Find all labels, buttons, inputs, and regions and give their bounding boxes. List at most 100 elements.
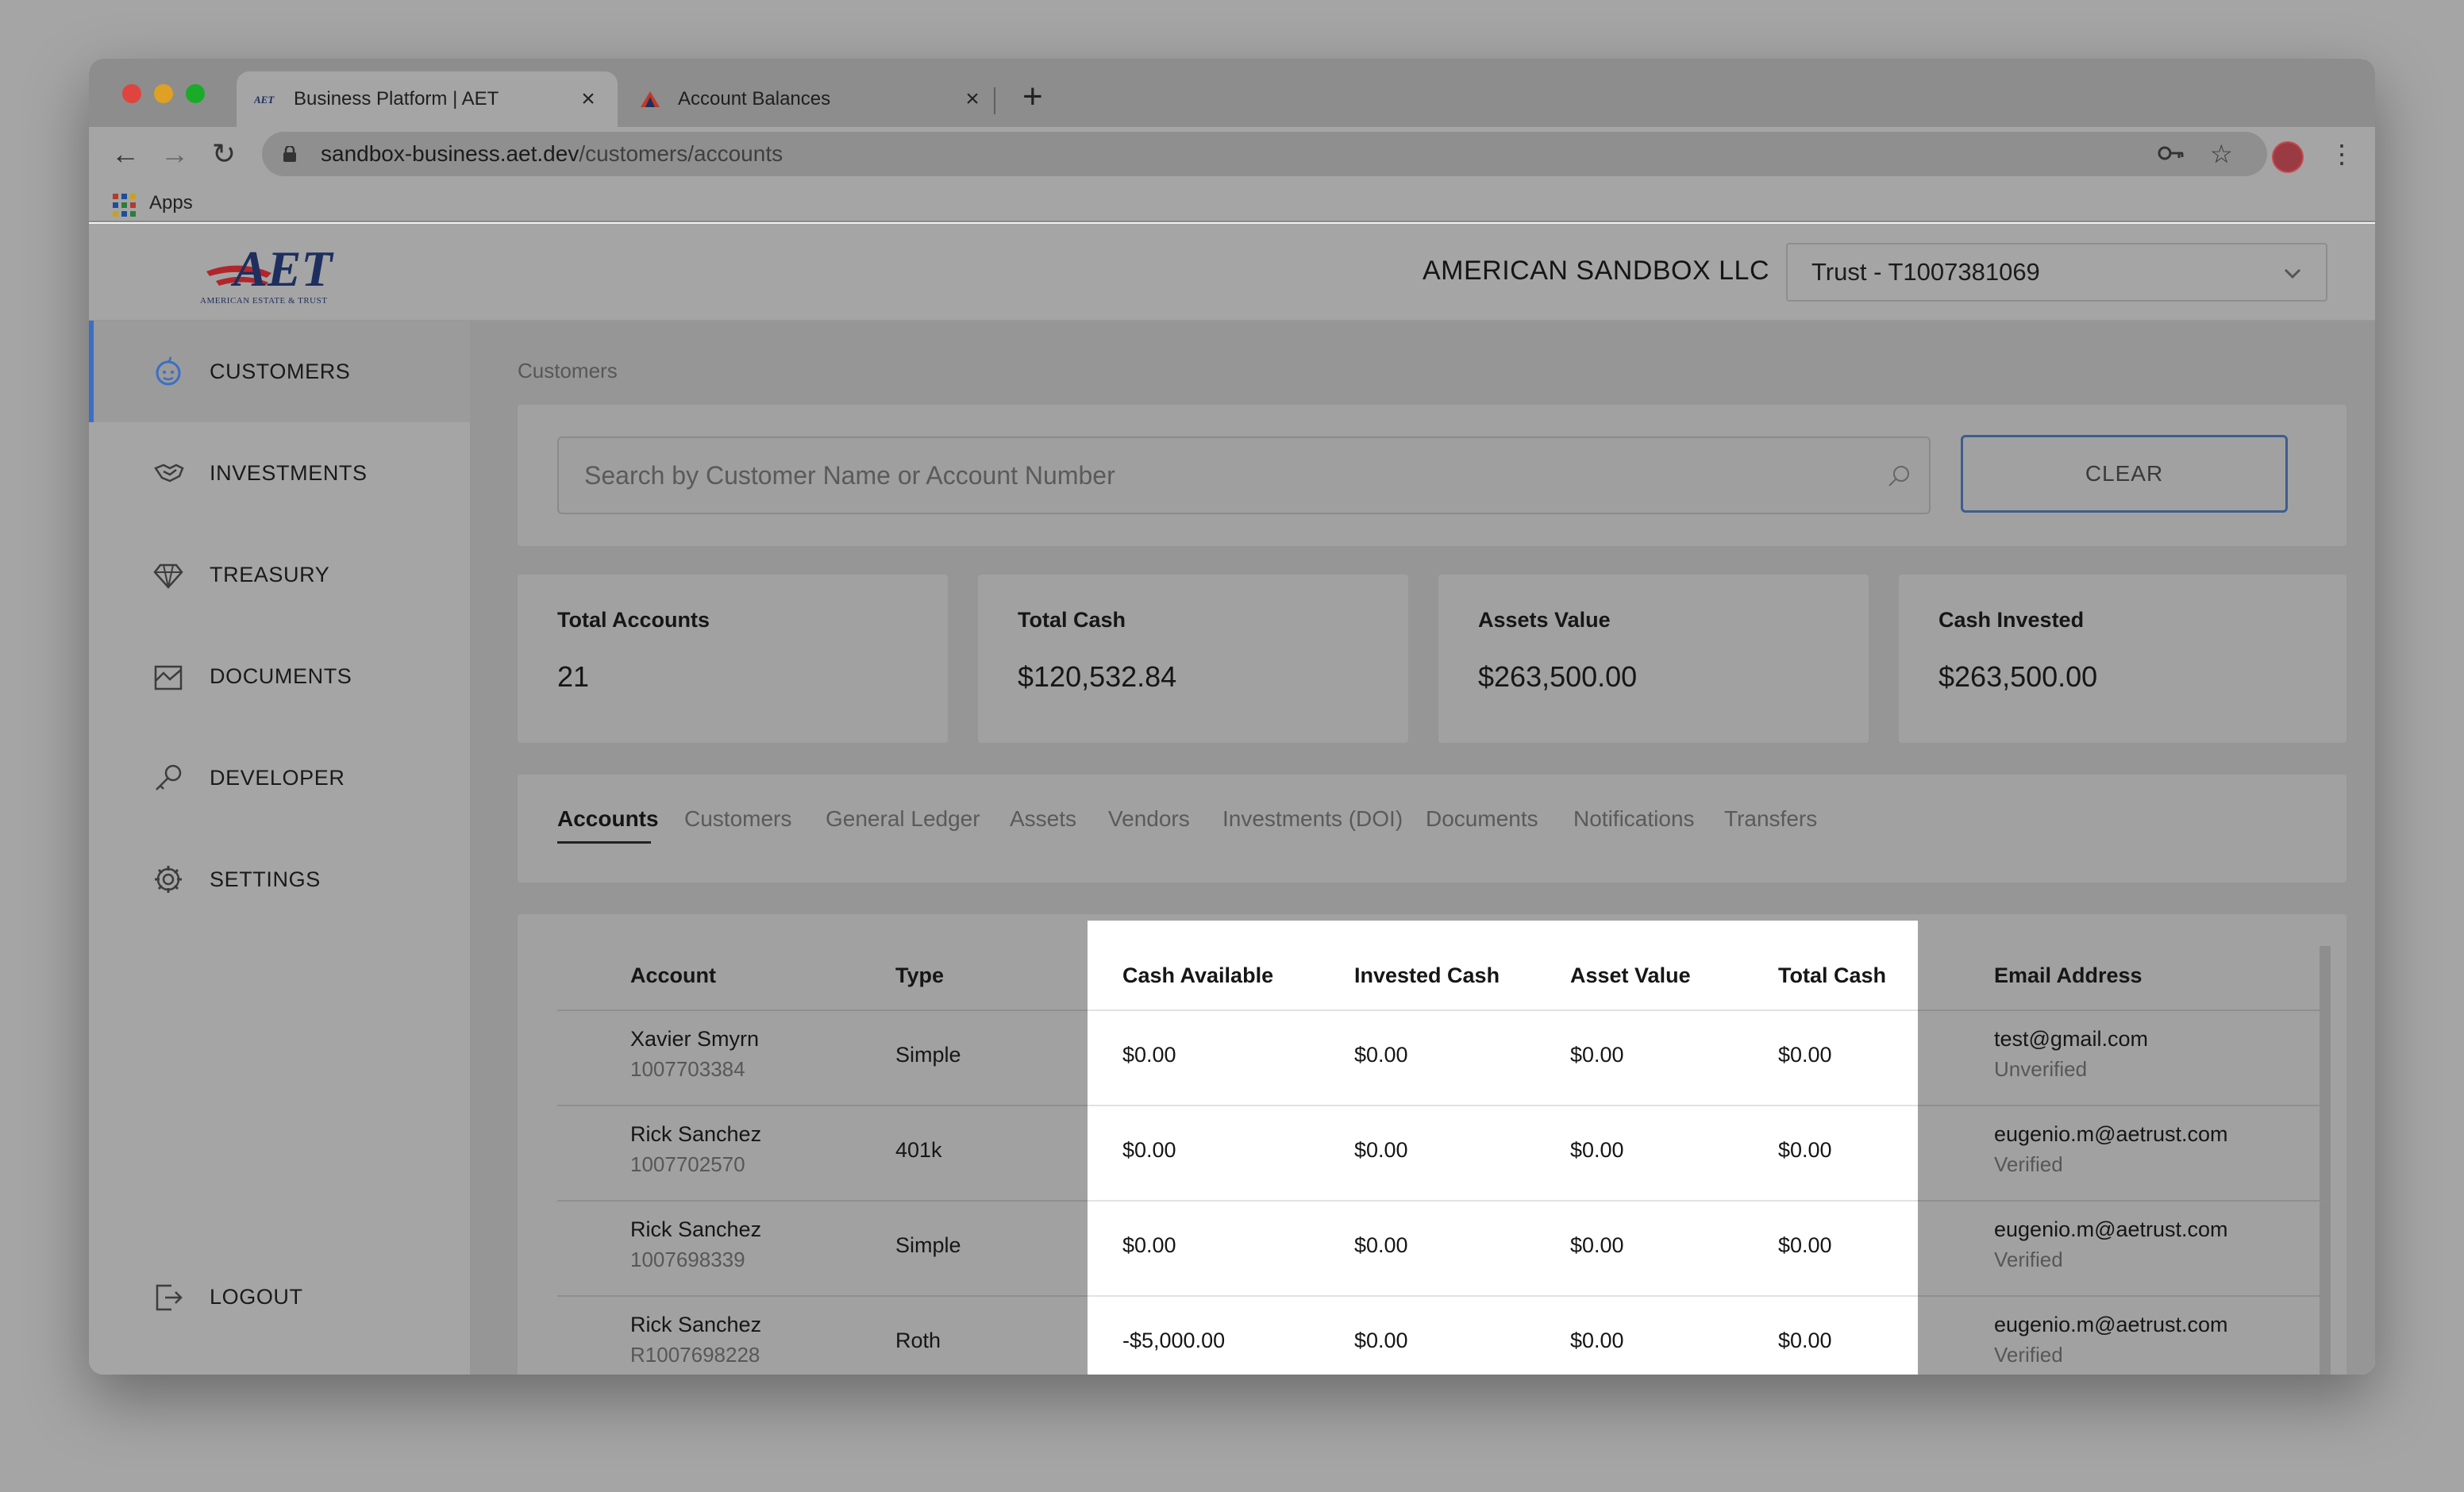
row-divider <box>1088 1105 1918 1106</box>
account-name[interactable]: Rick Sanchez <box>630 1217 761 1242</box>
customers-icon <box>151 354 186 389</box>
search-input[interactable]: Search by Customer Name or Account Numbe… <box>557 436 1931 514</box>
sidebar-item-settings[interactable]: SETTINGS <box>89 829 470 930</box>
row-divider <box>1088 1009 1918 1011</box>
total-cash: $0.00 <box>1778 1138 1832 1162</box>
forward-arrow-icon[interactable]: → <box>157 137 192 171</box>
new-tab-icon[interactable]: + <box>1022 79 1043 114</box>
app-header: AET AMERICAN ESTATE & TRUST AMERICAN SAN… <box>89 224 2375 321</box>
account-name[interactable]: Rick Sanchez <box>630 1122 761 1147</box>
address-bar[interactable]: sandbox-business.aet.dev/customers/accou… <box>262 132 2267 176</box>
tab-notifications[interactable]: Notifications <box>1573 806 1695 832</box>
total-cash: $0.00 <box>1778 1043 1832 1067</box>
tab-transfers[interactable]: Transfers <box>1724 806 1817 832</box>
browser-toolbar: ← → ↻ sandbox-business.aet.dev/customers… <box>89 127 2375 183</box>
verification-status: Verified <box>1994 1152 2063 1176</box>
account-number: 1007698339 <box>630 1248 745 1271</box>
column-header-type[interactable]: Type <box>895 963 944 988</box>
cash-available: -$5,000.00 <box>1122 1329 1226 1352</box>
svg-text:AET: AET <box>254 94 275 106</box>
invested-cash: $0.00 <box>1354 1233 1408 1257</box>
account-number: R1007698228 <box>630 1343 760 1367</box>
close-window-button[interactable] <box>122 84 141 103</box>
invested-cash: $0.00 <box>1354 1138 1408 1162</box>
tab-accounts[interactable]: Accounts <box>557 806 659 832</box>
profile-avatar[interactable] <box>2272 141 2304 173</box>
stat-value: 21 <box>557 660 590 693</box>
column-header-asset-value[interactable]: Asset Value <box>1570 963 1691 988</box>
tab-vendors[interactable]: Vendors <box>1108 806 1190 832</box>
account-number: 1007703384 <box>630 1057 745 1081</box>
account-name[interactable]: Rick Sanchez <box>630 1313 761 1337</box>
logout-button[interactable]: LOGOUT <box>89 1246 470 1348</box>
column-header-total-cash[interactable]: Total Cash <box>1778 963 1886 988</box>
sidebar-item-investments[interactable]: INVESTMENTS <box>89 422 470 524</box>
active-tab-indicator <box>557 841 651 844</box>
stat-card-total-accounts: Total Accounts 21 <box>518 575 948 743</box>
section-tabs: Accounts Customers General Ledger Assets… <box>518 775 2347 883</box>
breadcrumb[interactable]: Customers <box>518 359 618 383</box>
main-content: Customers Search by Customer Name or Acc… <box>470 321 2375 1375</box>
apps-bookmark[interactable]: Apps <box>149 192 193 214</box>
key-icon[interactable] <box>2158 140 2185 168</box>
account-selector[interactable]: Trust - T1007381069 <box>1786 243 2327 302</box>
browser-tab-business-platform[interactable]: AET Business Platform | AET × <box>237 71 618 127</box>
email-address: test@gmail.com <box>1994 1027 2148 1051</box>
documents-icon <box>151 659 186 694</box>
column-header-invested-cash[interactable]: Invested Cash <box>1354 963 1500 988</box>
close-tab-icon[interactable]: × <box>576 86 600 113</box>
account-selector-value: Trust - T1007381069 <box>1811 258 2040 286</box>
clear-button[interactable]: CLEAR <box>1961 435 2288 513</box>
tab-general-ledger[interactable]: General Ledger <box>826 806 980 832</box>
sidebar-item-documents[interactable]: DOCUMENTS <box>89 625 470 727</box>
svg-text:AMERICAN ESTATE & TRUST: AMERICAN ESTATE & TRUST <box>200 296 327 306</box>
more-menu-icon[interactable]: ⋮ <box>2329 140 2354 168</box>
tab-documents[interactable]: Documents <box>1426 806 1538 832</box>
asset-value: $0.00 <box>1570 1233 1624 1257</box>
stat-label: Cash Invested <box>1938 608 2085 632</box>
verification-status: Verified <box>1994 1248 2063 1271</box>
tab-assets[interactable]: Assets <box>1010 806 1076 832</box>
row-divider <box>1088 1295 1918 1297</box>
back-arrow-icon[interactable]: ← <box>108 137 143 171</box>
company-name: AMERICAN SANDBOX LLC <box>1423 256 1769 286</box>
asset-value: $0.00 <box>1570 1138 1624 1162</box>
account-name[interactable]: Xavier Smyrn <box>630 1027 759 1052</box>
stat-card-total-cash: Total Cash $120,532.84 <box>978 575 1408 743</box>
column-header-cash-available[interactable]: Cash Available <box>1122 963 1273 988</box>
minimize-window-button[interactable] <box>154 84 173 103</box>
tab-investments-doi[interactable]: Investments (DOI) <box>1222 806 1403 832</box>
sidebar-item-developer[interactable]: DEVELOPER <box>89 727 470 829</box>
reload-icon[interactable]: ↻ <box>206 137 241 171</box>
invested-cash: $0.00 <box>1354 1329 1408 1352</box>
apps-grid-icon[interactable] <box>113 194 137 217</box>
tab-strip: AET Business Platform | AET × Account Ba… <box>89 59 2375 127</box>
search-card: Search by Customer Name or Account Numbe… <box>518 405 2347 546</box>
bookmark-star-icon[interactable]: ☆ <box>2210 140 2233 168</box>
tab-customers[interactable]: Customers <box>684 806 791 832</box>
cash-available: $0.00 <box>1122 1138 1176 1162</box>
logout-label: LOGOUT <box>210 1284 303 1309</box>
column-header-account[interactable]: Account <box>630 963 716 988</box>
invested-cash: $0.00 <box>1354 1043 1408 1067</box>
logout-icon <box>151 1279 186 1314</box>
sidebar-item-label: INVESTMENTS <box>210 460 368 485</box>
handshake-icon <box>151 456 186 490</box>
accounts-table: Account Type Cash Available Invested Cas… <box>518 914 2347 1375</box>
sidebar-item-label: DEVELOPER <box>210 765 345 790</box>
url-text: sandbox-business.aet.dev/customers/accou… <box>321 141 783 166</box>
stat-card-assets-value: Assets Value $263,500.00 <box>1438 575 1869 743</box>
close-tab-icon[interactable]: × <box>961 86 984 113</box>
maximize-window-button[interactable] <box>186 84 205 103</box>
asset-value: $0.00 <box>1570 1043 1624 1067</box>
stat-card-cash-invested: Cash Invested $263,500.00 <box>1899 575 2347 743</box>
search-icon[interactable] <box>1886 463 1912 489</box>
total-cash: $0.00 <box>1778 1329 1832 1352</box>
sidebar-item-treasury[interactable]: TREASURY <box>89 524 470 625</box>
key-icon <box>151 760 186 795</box>
sidebar-item-customers[interactable]: CUSTOMERS <box>89 321 470 422</box>
sidebar-item-label: TREASURY <box>210 562 330 586</box>
aet-logo[interactable]: AET AMERICAN ESTATE & TRUST <box>198 238 367 306</box>
browser-tab-account-balances[interactable]: Account Balances × <box>621 71 1002 127</box>
column-header-email-address[interactable]: Email Address <box>1994 963 2143 988</box>
